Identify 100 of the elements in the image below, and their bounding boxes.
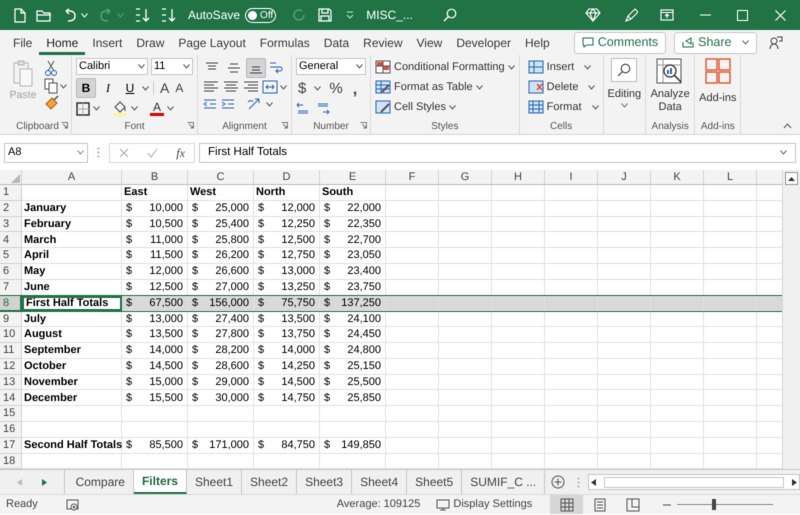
name-box[interactable]: A8 [4,142,88,162]
sheet-tab[interactable]: Filters [134,470,187,494]
editing-button[interactable]: Editing [608,58,642,108]
formula-field[interactable]: First Half Totals [199,142,796,162]
ribbon-tab[interactable]: File [6,30,40,55]
font-name-field[interactable]: Calibri [76,58,148,75]
ribbon-tab[interactable]: Data [316,30,356,55]
number-format-field[interactable]: General [296,58,366,75]
row-header[interactable]: 3 [0,216,22,232]
grow-font-button[interactable]: A [158,78,172,98]
row-header[interactable]: 2 [0,200,22,217]
style-menu-button[interactable]: Format as Table [375,78,515,96]
ribbon-tab[interactable]: Help [518,30,557,55]
analyze-data-button[interactable]: Analyze Data [650,58,690,114]
currency-symbol: $ [126,280,132,295]
font-color-button[interactable]: A [150,101,164,116]
cell-value: 85,500 [149,438,183,453]
bold-button[interactable]: B [76,78,96,98]
cell-value: 11,000 [150,232,183,248]
number-format-button[interactable]: % [327,78,345,98]
cell-value: 13,000 [281,264,315,280]
row-header[interactable]: 15 [0,406,22,422]
row-header[interactable]: 12 [0,358,22,375]
ribbon-tab[interactable]: View [410,30,450,55]
cells-menu-button[interactable]: Insert [528,58,599,76]
cells-menu-button[interactable]: Format [528,98,599,116]
style-menu-button[interactable]: Conditional Formatting [375,58,515,76]
row-header[interactable]: 17 [0,438,22,454]
cell-value: 13,750 [281,327,315,342]
row-header[interactable]: 5 [0,248,22,264]
group-label: Clipboard [16,120,59,134]
column-header[interactable]: J [621,170,627,186]
cell-value: 10,000 [149,200,183,216]
currency-symbol: $ [258,216,264,232]
row-header[interactable]: 13 [0,374,22,390]
ribbon-tab[interactable]: Review [356,30,410,55]
cells-menu-button[interactable]: Delete [528,78,599,96]
row-header[interactable]: 8 [0,296,22,312]
column-header[interactable]: H [514,170,522,186]
row-label: November [23,374,78,390]
row-header[interactable]: 7 [0,280,22,296]
row-header[interactable]: 9 [0,311,22,328]
row-header[interactable]: 14 [0,390,22,406]
cell-value: 23,400 [347,264,381,280]
currency-symbol: $ [324,232,330,248]
column-header[interactable]: L [726,170,734,186]
currency-symbol: $ [324,312,330,327]
cell-value: 15,500 [149,390,183,406]
font-size-field[interactable]: 11 [151,58,193,75]
group-label: Add-ins [700,120,735,134]
currency-symbol: $ [192,232,198,248]
currency-symbol: $ [126,296,132,311]
row-label: September [23,343,81,358]
row-label: Second Half Totals [23,438,122,453]
column-header[interactable]: K [673,170,681,186]
row-header[interactable]: 10 [0,327,22,343]
row-header[interactable]: 11 [0,342,22,359]
column-header[interactable]: E [348,170,356,186]
row-header[interactable]: 16 [0,422,22,438]
share-button[interactable]: Share [674,32,756,54]
column-header[interactable]: I [569,170,573,186]
column-heading: South [321,185,354,200]
column-header[interactable]: A [68,170,76,186]
ribbon-tab[interactable]: Draw [129,30,172,55]
add-ins-button[interactable]: Add-ins [699,58,736,106]
ribbon-tab[interactable]: Insert [85,30,130,55]
style-menu-button[interactable]: Cell Styles [375,98,515,116]
currency-symbol: $ [126,200,132,216]
cell-value: 28,200 [215,343,249,358]
autosave-toggle[interactable]: Off [245,8,276,22]
column-header[interactable]: D [282,170,290,186]
italic-button[interactable]: I [98,78,118,98]
ribbon-tab[interactable]: Page Layout [171,30,253,55]
column-header[interactable]: G [460,170,470,186]
row-header[interactable]: 1 [0,185,22,201]
number-format-button[interactable]: , [350,78,360,98]
cell-value: 23,750 [347,280,381,295]
currency-symbol: $ [324,200,330,216]
currency-symbol: $ [258,264,264,280]
row-header[interactable]: 18 [0,454,22,469]
row-header[interactable]: 6 [0,264,22,280]
row-label: First Half Totals [25,296,108,312]
display-settings-button[interactable]: Display Settings [436,496,532,513]
cell-value: 10,500 [149,216,183,232]
ribbon-tab[interactable]: Developer [449,30,518,55]
cell-value: 25,000 [215,200,249,216]
group-label: Styles [431,120,458,134]
comments-button[interactable]: Comments [574,32,666,54]
column-header[interactable]: C [216,170,224,186]
column-header[interactable]: B [150,170,158,186]
number-format-button[interactable]: $ [296,78,308,98]
column-header[interactable]: F [408,170,416,186]
ribbon-tab[interactable]: Formulas [252,30,317,55]
shrink-font-button[interactable]: A [173,78,186,98]
insert-function-button[interactable]: fx [176,144,185,162]
underline-button[interactable]: U [120,78,140,98]
cell-value: 12,000 [149,264,183,280]
cell-value: 24,800 [347,343,381,358]
cell-value: 12,500 [281,232,315,248]
row-header[interactable]: 4 [0,232,22,248]
